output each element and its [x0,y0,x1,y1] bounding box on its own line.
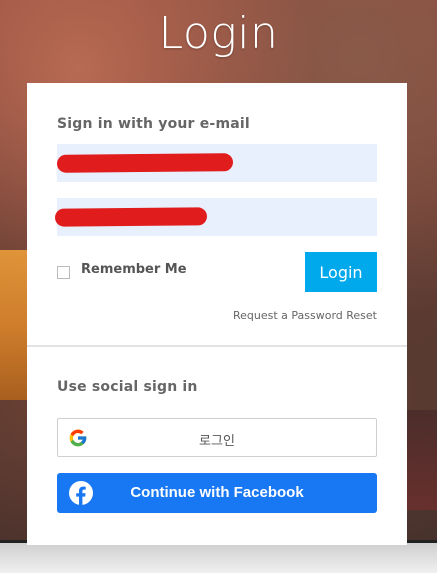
facebook-sign-in-button[interactable]: Continue with Facebook [57,473,377,513]
login-button[interactable]: Login [305,252,377,292]
password-redaction-mark [54,207,208,227]
email-section-title: Sign in with your e-mail [57,116,250,132]
email-redaction-mark [56,153,234,173]
login-card: Sign in with your e-mail Remember Me Log… [27,83,407,545]
section-divider [27,345,407,347]
page-title: Login [158,8,279,59]
background-sign-right [402,410,437,510]
facebook-button-label: Continue with Facebook [130,484,304,501]
password-field[interactable] [54,198,377,236]
google-button-label: 로그인 [199,434,235,449]
background-sign-left [0,250,30,400]
remember-me-label[interactable]: Remember Me [81,262,187,277]
email-field[interactable] [56,144,377,182]
google-sign-in-button[interactable]: 로그인 [57,418,377,457]
remember-me-checkbox[interactable] [57,266,70,279]
password-reset-link[interactable]: Request a Password Reset [233,309,377,322]
social-section-title: Use social sign in [57,379,198,395]
